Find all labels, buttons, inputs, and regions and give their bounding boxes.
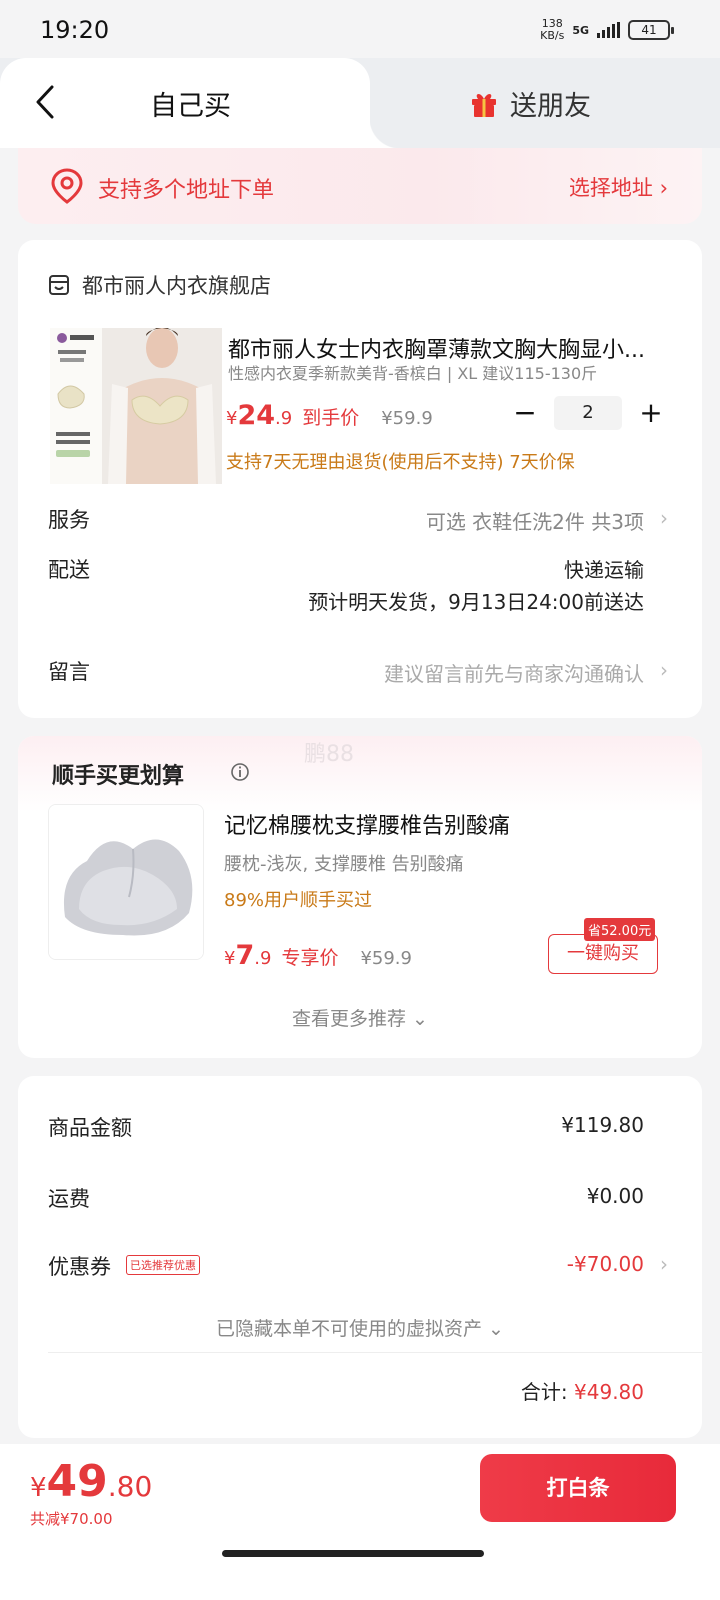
info-icon[interactable] [230,762,250,782]
order-card: 都市丽人内衣旗舰店 都市丽人女士内衣胸罩薄款文胸大胸显小... 性感内衣夏季新款… [18,240,702,718]
shipping-value: ¥0.00 [586,1184,644,1208]
summary-divider [48,1352,702,1353]
price-integer: 24 [237,400,276,431]
location-pin-icon [51,168,83,204]
status-bar: 19:20 138 KB/s 5G 41 [0,0,720,62]
coupon-recommended-tag: 已选推荐优惠 [126,1255,200,1275]
pay-amount-decimal: .80 [107,1470,153,1503]
savings-badge: 省52.00元 [584,918,656,941]
service-label: 服务 [48,508,90,532]
tab-gift-friend-label: 送朋友 [510,91,591,122]
quantity-value[interactable]: 2 [554,396,622,430]
delivery-label: 配送 [48,558,90,582]
lumbar-pillow-photo [49,805,203,959]
watermark: 鹏88 [304,742,354,767]
note-chevron-icon[interactable]: › [660,658,668,682]
recommend-product-title[interactable]: 记忆棉腰枕支撑腰椎告别酸痛 [224,808,510,840]
recommend-price-label: 专享价 [281,947,339,969]
gift-icon [472,93,496,117]
price-decimal: .9 [275,408,293,429]
recommend-price-currency: ¥ [224,948,236,969]
delivery-eta: 预计明天发货，9月13日24:00前送达 [308,590,644,614]
pay-amount: ¥ 49 .80 [30,1456,152,1507]
recommend-price-decimal: .9 [254,948,272,969]
product-photo [50,328,222,484]
multi-address-notice: 支持多个地址下单 [98,178,275,203]
recommend-product-image[interactable] [48,804,204,960]
signal-icon [597,22,620,38]
choose-address-link[interactable]: 选择地址 › [569,172,668,202]
total-discount: 共减¥70.00 [30,1510,113,1528]
order-total: 合计: ¥49.80 [521,1376,644,1405]
delivery-method: 快递运输 [564,558,644,582]
product-image[interactable] [50,328,222,484]
shop-row[interactable]: 都市丽人内衣旗舰店 [48,270,271,300]
coupon-value[interactable]: -¥70.00 [567,1252,644,1276]
coupon-label: 优惠券 [48,1255,111,1279]
shop-icon [49,275,69,295]
network-type: 5G [572,23,589,37]
more-recommendations-link[interactable]: 查看更多推荐 ⌄ [18,1004,702,1031]
back-arrow-icon[interactable] [34,84,56,120]
note-label: 留言 [48,660,90,684]
address-banner[interactable]: 支持多个地址下单 选择地址 › [18,148,702,224]
network-speed: 138 KB/s [540,18,564,42]
total-value: ¥49.80 [574,1380,644,1404]
hidden-assets-toggle[interactable]: 已隐藏本单不可使用的虚拟资产 ⌄ [18,1314,702,1341]
purchase-mode-tabs: 自己买 送朋友 [0,58,720,148]
coupon-chevron-icon[interactable]: › [660,1252,668,1276]
decrease-quantity-button[interactable]: − [508,396,542,430]
battery-icon: 41 [628,20,674,40]
return-guarantee: 支持7天无理由退货(使用后不支持) 7天价保 [226,452,575,473]
note-input[interactable]: 建议留言前先与商家沟通确认 [384,658,644,687]
tab-gift-friend[interactable]: 送朋友 [470,84,591,123]
shop-name: 都市丽人内衣旗舰店 [82,274,271,298]
quantity-stepper: − 2 + [508,396,668,430]
goods-amount-label: 商品金额 [48,1116,132,1140]
product-spec[interactable]: 性感内衣夏季新款美背-香槟白 | XL 建议115-130斤 [228,360,597,384]
price-currency: ¥ [226,408,238,429]
recommend-title: 顺手买更划算 [52,764,185,789]
recommend-price: ¥ 7 .9 专享价 ¥59.9 [224,940,412,971]
price-label: 到手价 [302,407,360,429]
total-label: 合计: [520,1380,575,1404]
pay-currency: ¥ [30,1473,47,1503]
network-speed-unit: KB/s [540,29,565,42]
price-summary-card: 商品金额 ¥119.80 运费 ¥0.00 优惠券 已选推荐优惠 -¥70.00… [18,1076,702,1438]
recommend-original-price: ¥59.9 [360,948,412,969]
product-price: ¥ 24 .9 到手价 ¥59.9 [226,400,433,431]
increase-quantity-button[interactable]: + [634,396,668,430]
status-time: 19:20 [40,16,110,44]
shipping-label: 运费 [48,1187,90,1211]
recommend-card: 鹏88 顺手买更划算 记忆棉腰枕支撑腰椎告别酸痛 腰枕-浅灰, 支撑腰椎 告别酸… [18,736,702,1058]
recommend-price-integer: 7 [235,940,255,971]
home-indicator[interactable] [222,1550,484,1557]
pay-amount-integer: 49 [46,1456,108,1507]
tab-self-buy-label: 自己买 [150,91,231,122]
tab-self-buy[interactable]: 自己买 [0,58,400,148]
service-chevron-icon[interactable]: › [660,506,668,530]
recommend-social-proof: 89%用户顺手买过 [224,890,373,911]
recommend-product-spec: 腰枕-浅灰, 支撑腰椎 告别酸痛 [224,854,464,875]
original-price: ¥59.9 [381,408,433,429]
checkout-bar: ¥ 49 .80 共减¥70.00 打白条 [0,1444,720,1600]
status-icons: 138 KB/s 5G 41 [540,18,674,42]
service-value[interactable]: 可选 衣鞋任洗2件 共3项 [426,506,644,535]
pay-button[interactable]: 打白条 [480,1454,676,1522]
goods-amount-value: ¥119.80 [561,1113,644,1137]
